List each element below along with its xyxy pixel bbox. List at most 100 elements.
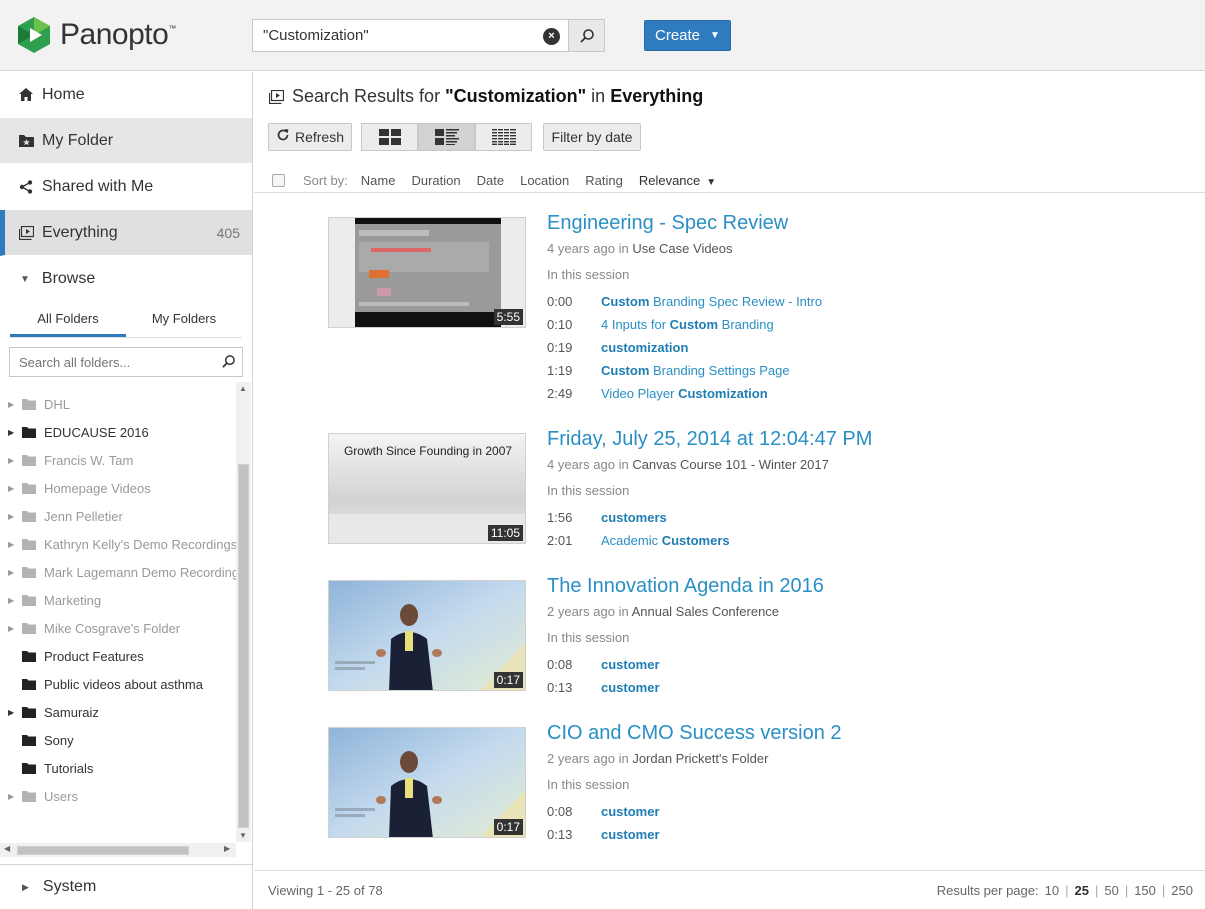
per-page-option[interactable]: 50 [1104,883,1118,898]
refresh-button[interactable]: Refresh [268,123,352,151]
session-hit[interactable]: 2:01 Academic Customers [547,533,730,556]
per-page-option[interactable]: 150 [1134,883,1156,898]
session-hit[interactable]: 0:08 customer [547,804,660,827]
hit-text-link[interactable]: Academic Customers [601,533,730,556]
expand-arrow-icon[interactable]: ▶ [0,568,14,577]
select-all-checkbox[interactable] [272,173,285,187]
result-location-link[interactable]: Jordan Prickett's Folder [632,751,768,766]
folder-tree-vertical-scrollbar[interactable]: ▲ ▼ [236,382,251,842]
result-location-link[interactable]: Canvas Course 101 - Winter 2017 [632,457,829,472]
create-button[interactable]: Create ▼ [644,20,731,51]
folder-item[interactable]: ▶ Homepage Videos [0,474,236,502]
nav-my-folder[interactable]: My Folder [0,118,252,164]
panopto-logo[interactable]: Panopto™ [16,16,176,54]
list-view-button[interactable] [475,123,532,151]
hit-text-link[interactable]: customer [601,827,660,850]
session-hit[interactable]: 1:56 customers [547,510,730,533]
detail-view-button[interactable] [418,123,475,151]
result-location-link[interactable]: Use Case Videos [632,241,732,256]
browse-toggle[interactable]: ▼ Browse [0,256,252,302]
sort-location[interactable]: Location [520,173,569,188]
nav-home[interactable]: Home [0,72,252,118]
folder-item[interactable]: Sony [0,726,236,754]
hit-text-link[interactable]: Custom Branding Spec Review - Intro [601,294,822,317]
hit-text-link[interactable]: customers [601,510,667,533]
tab-my-folders[interactable]: My Folders [126,302,242,337]
session-hit[interactable]: 0:08 customer [547,657,660,680]
session-hit[interactable]: 0:19 customization [547,340,822,363]
folder-item[interactable]: ▶ DHL [0,390,236,418]
expand-arrow-icon[interactable]: ▶ [0,512,14,521]
scroll-up-arrow-icon[interactable]: ▲ [239,384,247,393]
result-title-link[interactable]: Engineering - Spec Review [547,212,788,235]
scroll-down-arrow-icon[interactable]: ▼ [239,831,247,840]
hit-text-link[interactable]: customer [601,804,660,827]
hit-text-link[interactable]: customer [601,657,660,680]
per-page-option[interactable]: 250 [1171,883,1193,898]
folder-item[interactable]: ▶ Mark Lagemann Demo Recordings [0,558,236,586]
result-title-link[interactable]: The Innovation Agenda in 2016 [547,575,824,598]
video-thumbnail[interactable]: Growth Since Founding in 2007 11:05 [328,433,526,544]
sort-duration[interactable]: Duration [411,173,460,188]
expand-arrow-icon[interactable]: ▶ [0,428,14,437]
folder-search-input[interactable] [10,348,215,376]
session-hit[interactable]: 0:00 Custom Branding Spec Review - Intro [547,294,822,317]
per-page-option[interactable]: 25 [1074,883,1088,898]
search-button[interactable] [568,20,604,51]
hit-text-link[interactable]: Video Player Customization [601,386,768,409]
folder-search-icon[interactable] [221,354,236,374]
sort-name[interactable]: Name [361,173,396,188]
clear-search-icon[interactable]: × [543,28,560,45]
expand-arrow-icon[interactable]: ▶ [0,624,14,633]
per-page-option[interactable]: 10 [1045,883,1059,898]
sort-rating[interactable]: Rating [585,173,623,188]
session-hit[interactable]: 0:13 customer [547,680,660,703]
video-thumbnail[interactable]: 0:17 [328,580,526,691]
expand-arrow-icon[interactable]: ▶ [0,484,14,493]
expand-arrow-icon[interactable]: ▶ [0,540,14,549]
folder-item[interactable]: ▶ Jenn Pelletier [0,502,236,530]
expand-arrow-icon[interactable]: ▶ [0,792,14,801]
expand-arrow-icon[interactable]: ▶ [0,400,14,409]
sort-relevance[interactable]: Relevance ▼ [639,173,716,188]
result-location-link[interactable]: Annual Sales Conference [632,604,779,619]
scrollbar-thumb[interactable] [238,464,249,828]
grid-view-button[interactable] [361,123,418,151]
hit-text-link[interactable]: customization [601,340,688,363]
folder-item[interactable]: Public videos about asthma [0,670,236,698]
tab-all-folders[interactable]: All Folders [10,302,126,337]
result-title-link[interactable]: Friday, July 25, 2014 at 12:04:47 PM [547,428,872,451]
folder-item[interactable]: ▶ Francis W. Tam [0,446,236,474]
nav-shared-with-me[interactable]: Shared with Me [0,164,252,210]
nav-everything[interactable]: Everything 405 [0,210,252,256]
session-hit[interactable]: 1:19 Custom Branding Settings Page [547,363,822,386]
folder-item[interactable]: ▶ Kathryn Kelly's Demo Recordings [0,530,236,558]
session-hit[interactable]: 0:10 4 Inputs for Custom Branding [547,317,822,340]
session-hit[interactable]: 2:49 Video Player Customization [547,386,822,409]
scroll-left-arrow-icon[interactable]: ◀ [4,844,10,853]
hit-text-link[interactable]: customer [601,680,660,703]
scroll-right-arrow-icon[interactable]: ▶ [224,844,230,853]
result-title-link[interactable]: CIO and CMO Success version 2 [547,722,842,745]
folder-item[interactable]: ▶ Mike Cosgrave's Folder [0,614,236,642]
folder-item[interactable]: ▶ Users [0,782,236,810]
scrollbar-thumb[interactable] [17,846,189,855]
folder-tree-horizontal-scrollbar[interactable]: ◀ ▶ [0,843,236,857]
session-hit[interactable]: 0:13 customer [547,827,660,850]
folder-item[interactable]: ▶ Marketing [0,586,236,614]
hit-text-link[interactable]: Custom Branding Settings Page [601,363,790,386]
expand-arrow-icon[interactable]: ▶ [0,456,14,465]
folder-item[interactable]: Tutorials [0,754,236,782]
folder-item[interactable]: ▶ Samuraiz [0,698,236,726]
nav-system[interactable]: ▶ System [0,864,252,909]
expand-arrow-icon[interactable]: ▶ [0,708,14,717]
folder-item[interactable]: ▶ EDUCAUSE 2016 [0,418,236,446]
filter-by-date-button[interactable]: Filter by date [543,123,641,151]
expand-arrow-icon[interactable]: ▶ [0,596,14,605]
video-thumbnail[interactable]: 0:17 [328,727,526,838]
video-thumbnail[interactable]: 5:55 [328,217,526,328]
folder-item[interactable]: Product Features [0,642,236,670]
search-input[interactable] [253,20,568,51]
sort-date[interactable]: Date [477,173,504,188]
hit-text-link[interactable]: 4 Inputs for Custom Branding [601,317,774,340]
